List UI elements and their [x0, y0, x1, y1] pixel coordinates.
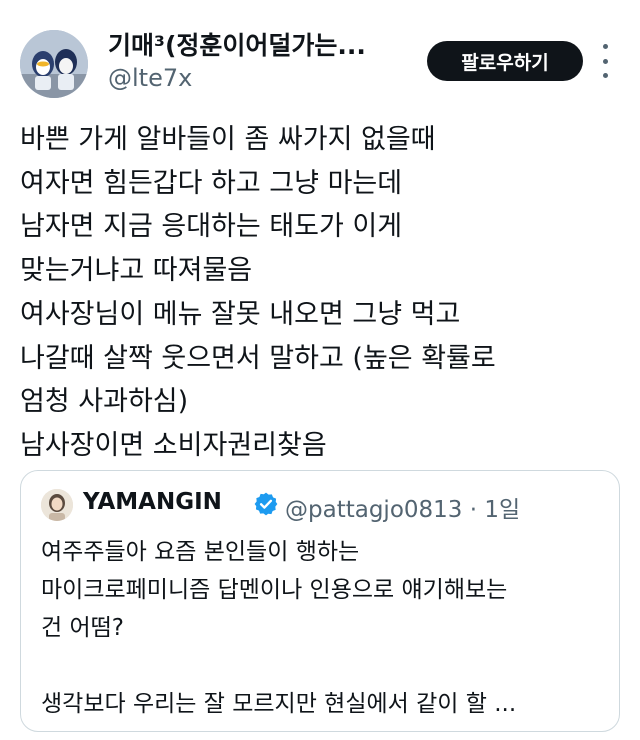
- quoted-tweet-text: 여주주들아 요즘 본인들이 행하는 마이크로페미니즘 답멘이나 인용으로 얘기해…: [41, 533, 611, 723]
- quoted-line: 마이크로페미니즘 답멘이나 인용으로 얘기해보는: [41, 577, 508, 603]
- follow-button[interactable]: 팔로우하기: [427, 41, 583, 81]
- quoted-author-name[interactable]: YAMANGIN: [83, 489, 222, 515]
- tweet-line: 바쁜 가게 알바들이 좀 싸가지 없을때: [20, 124, 436, 155]
- verified-badge-icon: [254, 492, 278, 516]
- person-avatar-icon: [41, 489, 73, 521]
- tweet-line: 여자면 힘든갑다 하고 그냥 마는데: [20, 167, 403, 199]
- quoted-line: 생각보다 우리는 잘 모르지만 현실에서 같이 할 ...: [41, 691, 517, 717]
- more-vertical-icon[interactable]: [598, 44, 612, 78]
- mascot-avatar-icon: [20, 30, 88, 98]
- quoted-line: 여주주들아 요즘 본인들이 행하는: [41, 539, 360, 565]
- tweet-detail: 기매³(정훈이어덜가는... @lte7x 팔로우하기 바쁜 가게 알바들이 좀…: [0, 0, 640, 740]
- author-display-name[interactable]: 기매³(정훈이어덜가는...: [108, 26, 366, 62]
- tweet-line: 여사장님이 메뉴 잘못 내오면 그냥 먹고: [20, 298, 461, 330]
- tweet-line: 나갈때 살짝 웃으면서 말하고 (높은 확률로: [20, 342, 496, 374]
- quoted-tweet-card[interactable]: YAMANGIN @pattagjo0813 · 1일 여주주들아 요즘 본인들…: [20, 470, 620, 732]
- tweet-line: 맞는거냐고 따져물음: [20, 255, 253, 287]
- quoted-author-avatar[interactable]: [41, 489, 73, 521]
- tweet-line: 남자면 지금 응대하는 태도가 이게: [20, 211, 403, 243]
- tweet-text: 바쁜 가게 알바들이 좀 싸가지 없을때 여자면 힘든갑다 하고 그냥 마는데 …: [20, 118, 620, 468]
- tweet-line: 남사장이면 소비자권리찾음: [20, 429, 327, 461]
- quoted-line: [41, 647, 611, 685]
- quoted-handle-time: @pattagjo0813 · 1일: [285, 497, 521, 523]
- tweet-line: 엄청 사과하심): [20, 386, 189, 418]
- quoted-line: 건 어떰?: [41, 615, 124, 641]
- author-avatar[interactable]: [20, 30, 88, 98]
- author-handle[interactable]: @lte7x: [108, 64, 192, 92]
